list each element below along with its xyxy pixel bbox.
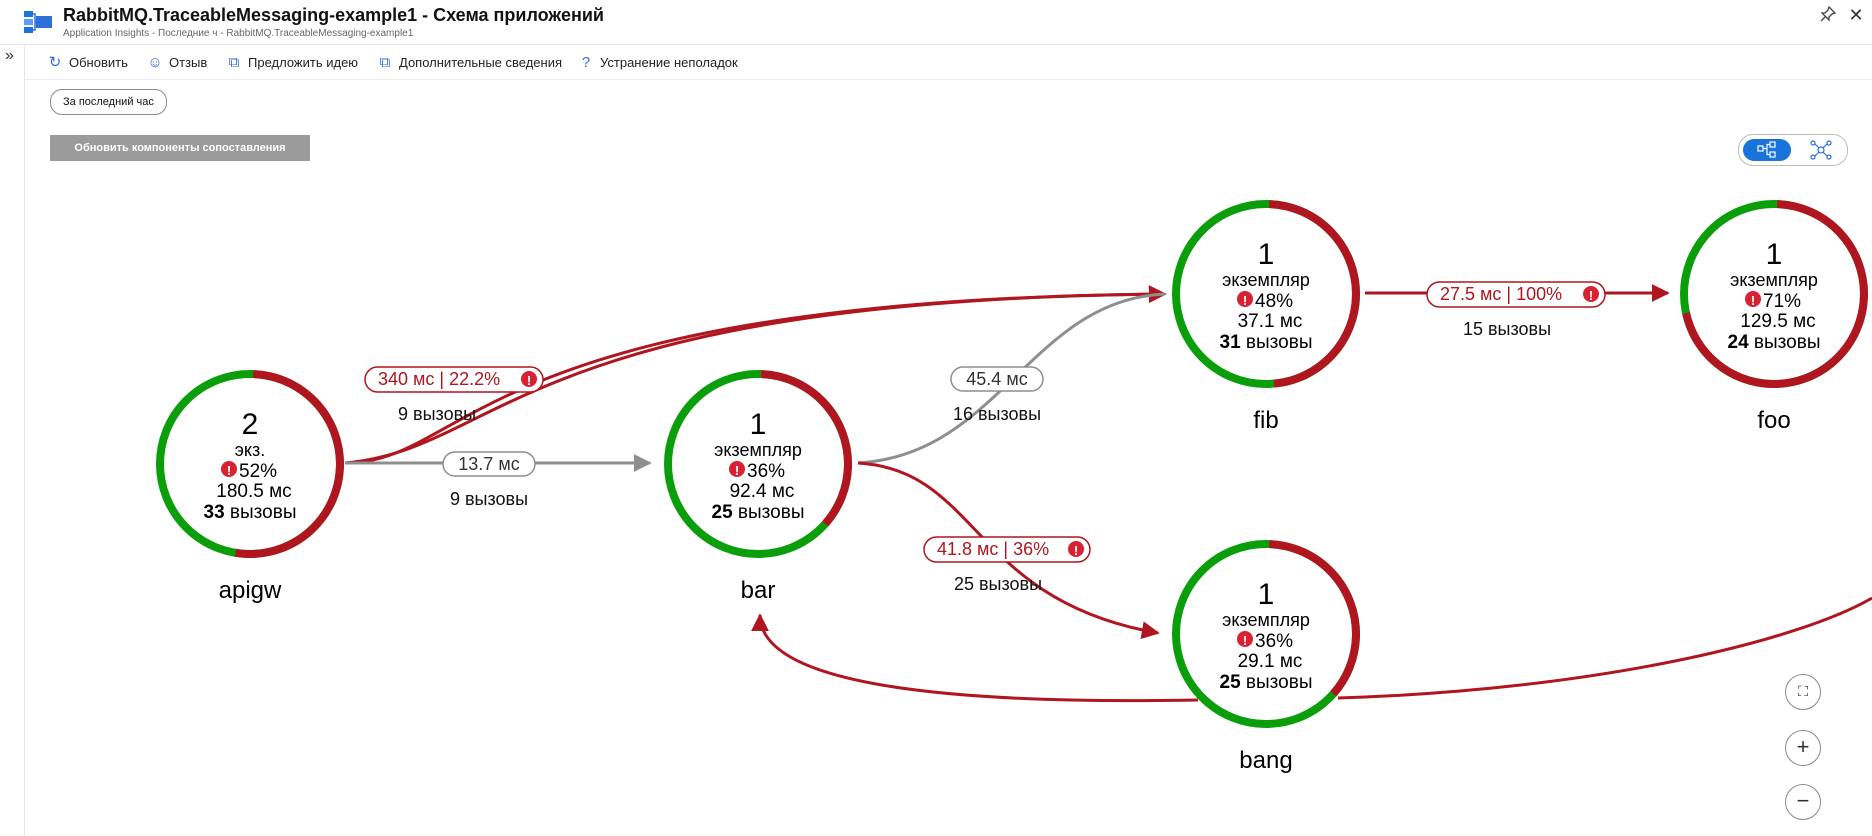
svg-text:экземпляр: экземпляр — [1222, 610, 1310, 630]
svg-text:71%: 71% — [1763, 291, 1801, 312]
svg-text:1: 1 — [750, 408, 767, 441]
svg-text:!: ! — [1243, 293, 1247, 308]
plus-icon: + — [1796, 734, 1810, 759]
svg-text:180.5 мс: 180.5 мс — [216, 481, 291, 502]
edge-label-fib-foo[interactable]: 27.5 мс | 100% ! 15 вызовы — [1426, 281, 1606, 339]
svg-text:!: ! — [1589, 288, 1593, 303]
svg-text:36%: 36% — [1255, 631, 1293, 652]
svg-text:bar: bar — [741, 577, 776, 604]
edges — [344, 284, 1872, 703]
node-apigw[interactable]: 2 экз. ! 52% 180.5 мс 33 вызовы apigw — [156, 370, 344, 604]
edge-label-apigw-fib[interactable]: 340 мс | 22.2% ! 9 вызовы — [364, 366, 544, 424]
svg-text:!: ! — [1751, 293, 1755, 308]
svg-text:25 вызовы: 25 вызовы — [1220, 672, 1313, 693]
zoom-out-button[interactable]: − — [1785, 784, 1821, 820]
edge-label-apigw-bar[interactable]: 13.7 мс 9 вызовы — [442, 451, 536, 509]
svg-text:129.5 мс: 129.5 мс — [1740, 311, 1815, 332]
node-bang[interactable]: 1 экземпляр ! 36% 29.1 мс 25 вызовы bang — [1172, 540, 1360, 774]
svg-text:41.8 мс | 36%: 41.8 мс | 36% — [937, 539, 1049, 559]
svg-text:экземпляр: экземпляр — [714, 440, 802, 460]
svg-text:1: 1 — [1258, 238, 1275, 271]
svg-text:25 вызовы: 25 вызовы — [954, 574, 1042, 594]
svg-text:340 мс | 22.2%: 340 мс | 22.2% — [378, 369, 500, 389]
svg-text:36%: 36% — [747, 461, 785, 482]
svg-text:92.4 мс: 92.4 мс — [730, 481, 795, 502]
svg-text:foo: foo — [1757, 407, 1790, 434]
svg-text:apigw: apigw — [219, 577, 282, 604]
svg-text:!: ! — [527, 373, 531, 388]
svg-text:24 вызовы: 24 вызовы — [1728, 332, 1821, 353]
svg-text:16 вызовы: 16 вызовы — [953, 404, 1041, 424]
svg-text:!: ! — [1243, 633, 1247, 648]
svg-text:48%: 48% — [1255, 291, 1293, 312]
svg-text:2: 2 — [242, 408, 259, 441]
node-foo[interactable]: 1 экземпляр ! 71% 129.5 мс 24 вызовы foo — [1680, 200, 1868, 434]
svg-text:15 вызовы: 15 вызовы — [1463, 319, 1551, 339]
node-bar[interactable]: 1 экземпляр ! 36% 92.4 мс 25 вызовы bar — [664, 370, 852, 604]
node-fib[interactable]: 1 экземпляр ! 48% 37.1 мс 31 вызовы fib — [1172, 200, 1360, 434]
minus-icon: − — [1796, 788, 1810, 813]
zoom-in-button[interactable]: + — [1785, 730, 1821, 766]
svg-text:!: ! — [1074, 543, 1078, 558]
svg-text:1: 1 — [1766, 238, 1783, 271]
svg-text:27.5 мс | 100%: 27.5 мс | 100% — [1440, 284, 1562, 304]
svg-text:29.1 мс: 29.1 мс — [1238, 651, 1303, 672]
svg-text:bang: bang — [1239, 747, 1292, 774]
svg-text:9 вызовы: 9 вызовы — [450, 489, 528, 509]
svg-text:!: ! — [227, 463, 231, 478]
svg-text:31 вызовы: 31 вызовы — [1220, 332, 1313, 353]
svg-text:33 вызовы: 33 вызовы — [204, 502, 297, 523]
svg-text:1: 1 — [1258, 578, 1275, 611]
fit-to-screen-button[interactable]: ⛶ — [1785, 674, 1821, 710]
svg-text:экземпляр: экземпляр — [1730, 270, 1818, 290]
svg-text:45.4 мс: 45.4 мс — [966, 369, 1027, 389]
svg-text:экземпляр: экземпляр — [1222, 270, 1310, 290]
svg-text:37.1 мс: 37.1 мс — [1238, 311, 1303, 332]
edge-label-bar-bang[interactable]: 41.8 мс | 36% ! 25 вызовы — [923, 536, 1091, 594]
fit-screen-icon: ⛶ — [1798, 683, 1808, 699]
svg-text:13.7 мс: 13.7 мс — [458, 454, 519, 474]
svg-text:экз.: экз. — [235, 440, 266, 460]
svg-text:25 вызовы: 25 вызовы — [712, 502, 805, 523]
svg-text:!: ! — [735, 463, 739, 478]
svg-text:9 вызовы: 9 вызовы — [398, 404, 476, 424]
svg-text:52%: 52% — [239, 461, 277, 482]
application-map[interactable]: 340 мс | 22.2% ! 9 вызовы 13.7 мс 9 вызо… — [0, 0, 1872, 836]
svg-text:fib: fib — [1253, 407, 1278, 434]
